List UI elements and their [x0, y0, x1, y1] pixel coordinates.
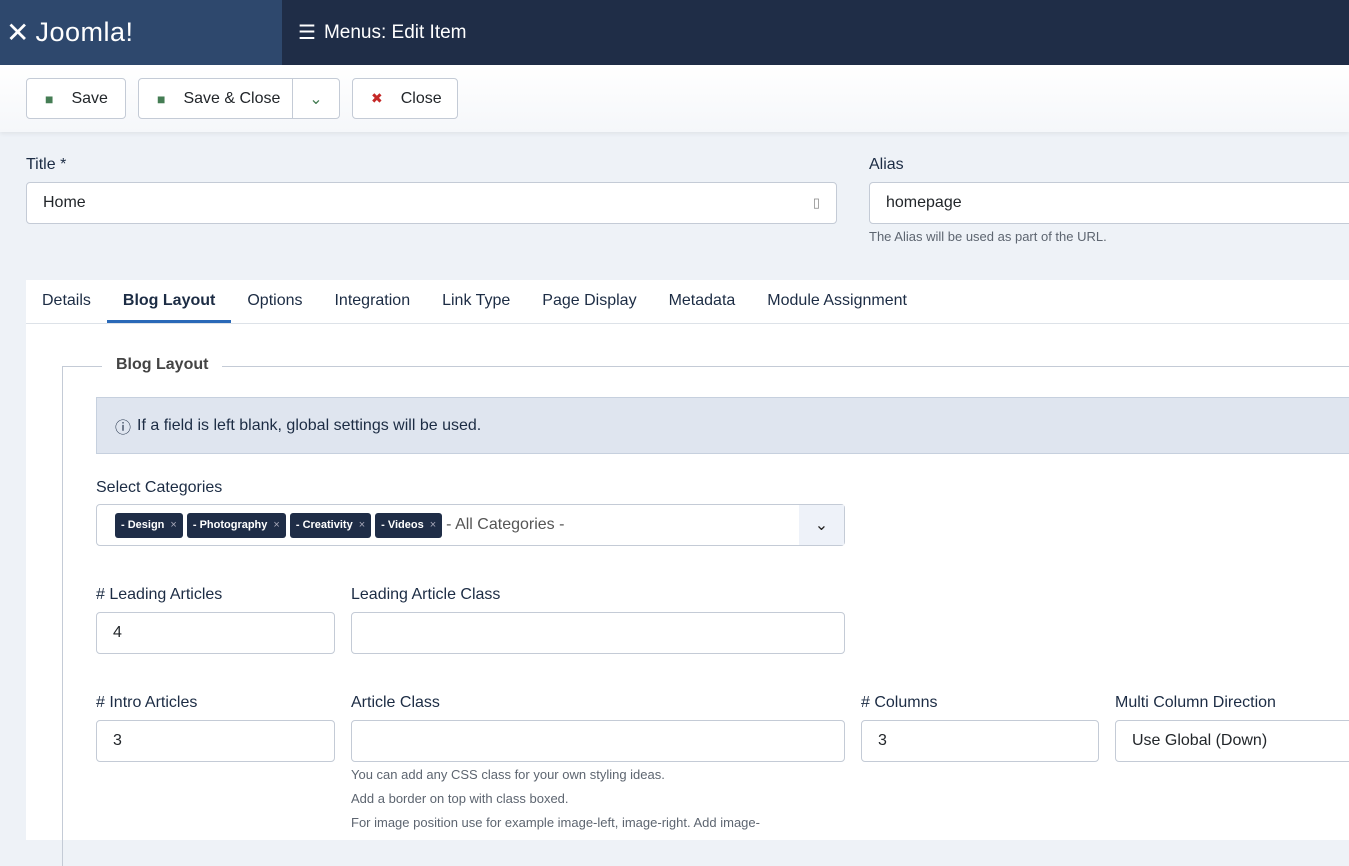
chip-label: - Design	[121, 519, 165, 531]
multi-column-select[interactable]: Use Global (Down)	[1115, 720, 1349, 762]
leading-articles-label: # Leading Articles	[96, 586, 223, 603]
tab-panel: Details Blog Layout Options Integration …	[26, 280, 1349, 866]
save-close-button[interactable]: ■ Save & Close ⌄	[138, 78, 340, 119]
close-button[interactable]: ✖ Close	[352, 78, 458, 119]
alias-input[interactable]: homepage	[869, 182, 1349, 224]
save-label: Save	[71, 89, 108, 107]
categories-select[interactable]: - Design × - Photography × - Creativity × -…	[96, 504, 845, 546]
save-icon: ■	[157, 90, 166, 107]
info-alert: ⓘ If a field is left blank, global settin…	[96, 397, 1349, 454]
joomla-icon: ✕	[6, 17, 30, 48]
intro-articles-input[interactable]: 3	[96, 720, 335, 762]
multi-column-value: Use Global (Down)	[1132, 732, 1268, 749]
tab-blog-layout[interactable]: Blog Layout	[106, 280, 232, 323]
categories-placeholder: - All Categories -	[446, 516, 565, 533]
tab-page-display[interactable]: Page Display	[526, 280, 652, 323]
leading-articles-value: 4	[113, 624, 122, 641]
tab-metadata[interactable]: Metadata	[653, 280, 752, 323]
dropdown-toggle[interactable]: ⌄	[292, 79, 339, 118]
multi-column-label: Multi Column Direction	[1115, 694, 1276, 711]
tab-link-type[interactable]: Link Type	[426, 280, 526, 323]
leading-class-label: Leading Article Class	[351, 586, 501, 603]
alert-text: If a field is left blank, global setting…	[137, 416, 482, 434]
tab-options[interactable]: Options	[231, 280, 318, 323]
save-button[interactable]: ■ Save	[26, 78, 126, 119]
remove-icon[interactable]: ×	[170, 519, 176, 531]
title-value: Home	[43, 194, 86, 211]
alias-value: homepage	[886, 194, 962, 211]
alias-help: The Alias will be used as part of the UR…	[869, 229, 1107, 244]
tab-details[interactable]: Details	[26, 280, 107, 323]
title-input[interactable]: Home ▯	[26, 182, 837, 224]
article-class-help: Add a border on top with class boxed.	[351, 791, 569, 806]
chevron-down-icon: ⌄	[309, 90, 323, 108]
article-class-input[interactable]	[351, 720, 845, 762]
fieldset-legend: Blog Layout	[102, 356, 223, 374]
remove-icon[interactable]: ×	[359, 519, 365, 531]
clipboard-icon: ▯	[812, 195, 820, 210]
remove-icon[interactable]: ×	[273, 519, 279, 531]
article-class-help: You can add any CSS class for your own s…	[351, 767, 665, 782]
chip-design: - Design ×	[115, 512, 183, 538]
tab-list: Details Blog Layout Options Integration …	[26, 280, 1349, 324]
article-class-label: Article Class	[351, 694, 440, 711]
chip-label: - Videos	[381, 519, 424, 531]
columns-input[interactable]: 3	[861, 720, 1099, 762]
save-close-label: Save & Close	[183, 89, 281, 107]
chip-creativity: - Creativity ×	[289, 512, 372, 538]
save-icon: ■	[45, 90, 54, 107]
header: ✕ Joomla! ☰ Menus: Edit Item	[0, 0, 1349, 65]
close-label: Close	[400, 89, 442, 107]
tab-integration[interactable]: Integration	[318, 280, 426, 323]
chip-videos: - Videos ×	[375, 512, 443, 538]
leading-articles-input[interactable]: 4	[96, 612, 335, 654]
intro-articles-value: 3	[113, 732, 122, 749]
tab-module-assignment[interactable]: Module Assignment	[751, 280, 923, 323]
columns-value: 3	[878, 732, 887, 749]
chip-photography: - Photography ×	[186, 512, 286, 538]
info-icon: ⓘ	[115, 419, 132, 437]
remove-icon[interactable]: ×	[430, 519, 436, 531]
chip-label: - Photography	[192, 519, 268, 531]
alias-label: Alias	[869, 156, 904, 173]
leading-class-input[interactable]	[351, 612, 845, 654]
page-title-text: Menus: Edit Item	[323, 21, 467, 43]
title-label: Title *	[26, 156, 67, 173]
logo-text: Joomla!	[35, 17, 134, 47]
page-title: ☰ Menus: Edit Item	[298, 0, 467, 65]
joomla-logo[interactable]: ✕ Joomla!	[0, 0, 282, 65]
intro-articles-label: # Intro Articles	[96, 694, 198, 711]
chevron-down-icon[interactable]: ⌄	[799, 505, 844, 545]
list-icon: ☰	[298, 22, 316, 44]
article-class-help: For image position use for example image…	[351, 815, 760, 830]
categories-label: Select Categories	[96, 479, 223, 496]
close-icon: ✖	[371, 90, 383, 106]
columns-label: # Columns	[861, 694, 938, 711]
chip-label: - Creativity	[295, 519, 353, 531]
toolbar: ■ Save ■ Save & Close ⌄ ✖ Close	[0, 65, 1349, 132]
